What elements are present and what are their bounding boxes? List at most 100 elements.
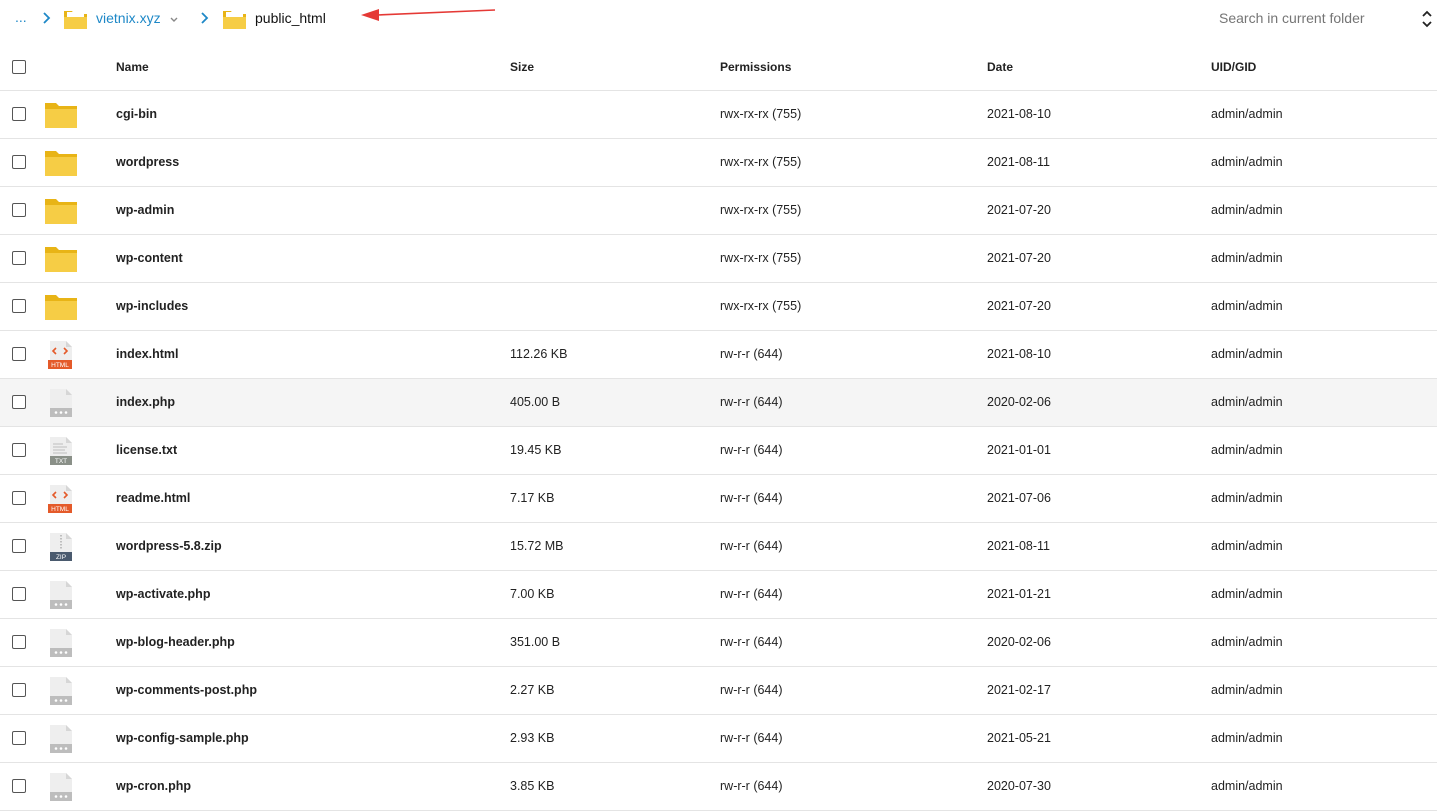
svg-text:TXT: TXT [55, 458, 67, 465]
file-date: 2020-02-06 [987, 635, 1051, 649]
file-name[interactable]: wp-cron.php [116, 779, 191, 793]
table-row[interactable]: TXT license.txt 19.45 KB rw-r-r (644) 2021-0… [0, 427, 1437, 475]
file-name[interactable]: wp-blog-header.php [116, 635, 235, 649]
table-row[interactable]: wp-config-sample.php 2.93 KB rw-r-r (644) 2… [0, 715, 1437, 763]
column-header-name[interactable]: Name [116, 60, 149, 74]
file-permissions: rw-r-r (644) [720, 779, 783, 793]
file-list: cgi-bin rwx-rx-rx (755) 2021-08-10 admin/ad… [0, 91, 1437, 811]
annotation-arrow-icon [355, 2, 500, 24]
expand-collapse-icon[interactable] [1421, 10, 1433, 28]
file-owner: admin/admin [1211, 779, 1283, 793]
breadcrumb-current: public_html [255, 10, 326, 26]
svg-text:ZIP: ZIP [56, 554, 66, 561]
file-size: 7.17 KB [510, 491, 555, 505]
column-header-date[interactable]: Date [987, 60, 1013, 74]
table-row[interactable]: wp-content rwx-rx-rx (755) 2021-07-20 admin… [0, 235, 1437, 283]
file-date: 2021-05-21 [987, 731, 1051, 745]
search-input[interactable]: Search in current folder [1219, 10, 1365, 26]
chevron-right-icon [197, 11, 211, 25]
file-size: 351.00 B [510, 635, 561, 649]
file-date: 2021-08-11 [987, 539, 1051, 553]
file-name[interactable]: wp-config-sample.php [116, 731, 249, 745]
row-checkbox[interactable] [12, 155, 26, 169]
row-checkbox[interactable] [12, 395, 26, 409]
zip-file-icon: ZIP [44, 532, 78, 562]
file-date: 2021-07-20 [987, 251, 1051, 265]
row-checkbox[interactable] [12, 779, 26, 793]
table-row[interactable]: ZIP wordpress-5.8.zip 15.72 MB rw-r-r (644)… [0, 523, 1437, 571]
file-name[interactable]: cgi-bin [116, 107, 157, 121]
file-permissions: rw-r-r (644) [720, 443, 783, 457]
file-permissions: rwx-rx-rx (755) [720, 107, 802, 121]
table-row[interactable]: wordpress rwx-rx-rx (755) 2021-08-11 admin/… [0, 139, 1437, 187]
table-row[interactable]: wp-comments-post.php 2.27 KB rw-r-r (644) 2… [0, 667, 1437, 715]
file-name[interactable]: wp-admin [116, 203, 174, 217]
row-checkbox[interactable] [12, 107, 26, 121]
file-permissions: rw-r-r (644) [720, 491, 783, 505]
file-date: 2021-08-10 [987, 347, 1051, 361]
column-header-permissions[interactable]: Permissions [720, 60, 791, 74]
column-header-size[interactable]: Size [510, 60, 534, 74]
php-file-icon [44, 628, 78, 658]
breadcrumb-parent-link[interactable]: vietnix.xyz [96, 10, 161, 26]
file-name[interactable]: wp-content [116, 251, 183, 265]
file-size: 112.26 KB [510, 347, 568, 361]
table-row[interactable]: wp-cron.php 3.85 KB rw-r-r (644) 2020-07-30… [0, 763, 1437, 811]
row-checkbox[interactable] [12, 491, 26, 505]
file-name[interactable]: readme.html [116, 491, 190, 505]
file-permissions: rw-r-r (644) [720, 683, 783, 697]
row-checkbox[interactable] [12, 299, 26, 313]
column-header-uid[interactable]: UID/GID [1211, 60, 1256, 74]
row-checkbox[interactable] [12, 683, 26, 697]
html-file-icon: HTML [44, 484, 78, 514]
row-checkbox[interactable] [12, 203, 26, 217]
row-checkbox[interactable] [12, 347, 26, 361]
file-name[interactable]: license.txt [116, 443, 177, 457]
breadcrumb: ... vietnix.xyz public_html Search in cu… [0, 0, 1437, 42]
select-all-checkbox[interactable] [12, 60, 26, 74]
php-file-icon [44, 724, 78, 754]
row-checkbox[interactable] [12, 251, 26, 265]
row-checkbox[interactable] [12, 587, 26, 601]
file-permissions: rwx-rx-rx (755) [720, 251, 802, 265]
file-name[interactable]: wordpress-5.8.zip [116, 539, 222, 553]
file-owner: admin/admin [1211, 155, 1283, 169]
file-permissions: rwx-rx-rx (755) [720, 203, 802, 217]
file-owner: admin/admin [1211, 203, 1283, 217]
table-row[interactable]: HTML readme.html 7.17 KB rw-r-r (644) 2021-0… [0, 475, 1437, 523]
table-row[interactable]: wp-activate.php 7.00 KB rw-r-r (644) 2021-0… [0, 571, 1437, 619]
file-owner: admin/admin [1211, 395, 1283, 409]
table-row[interactable]: cgi-bin rwx-rx-rx (755) 2021-08-10 admin/ad… [0, 91, 1437, 139]
file-size: 2.93 KB [510, 731, 555, 745]
file-date: 2020-07-30 [987, 779, 1051, 793]
file-permissions: rw-r-r (644) [720, 347, 783, 361]
file-owner: admin/admin [1211, 443, 1283, 457]
file-name[interactable]: index.html [116, 347, 179, 361]
file-permissions: rwx-rx-rx (755) [720, 299, 802, 313]
file-permissions: rw-r-r (644) [720, 731, 783, 745]
file-name[interactable]: index.php [116, 395, 175, 409]
table-row[interactable]: wp-admin rwx-rx-rx (755) 2021-07-20 admin/a… [0, 187, 1437, 235]
table-row[interactable]: HTML index.html 112.26 KB rw-r-r (644) 2021-… [0, 331, 1437, 379]
file-size: 19.45 KB [510, 443, 562, 457]
file-name[interactable]: wp-comments-post.php [116, 683, 257, 697]
file-owner: admin/admin [1211, 731, 1283, 745]
file-permissions: rw-r-r (644) [720, 395, 783, 409]
breadcrumb-ellipsis[interactable]: ... [15, 9, 27, 25]
folder-icon [44, 244, 78, 274]
file-name[interactable]: wordpress [116, 155, 179, 169]
row-checkbox[interactable] [12, 443, 26, 457]
row-checkbox[interactable] [12, 635, 26, 649]
file-name[interactable]: wp-includes [116, 299, 188, 313]
row-checkbox[interactable] [12, 731, 26, 745]
table-row[interactable]: index.php 405.00 B rw-r-r (644) 2020-02-06 a… [0, 379, 1437, 427]
php-file-icon [44, 580, 78, 610]
file-permissions: rw-r-r (644) [720, 539, 783, 553]
file-name[interactable]: wp-activate.php [116, 587, 210, 601]
table-row[interactable]: wp-includes rwx-rx-rx (755) 2021-07-20 admi… [0, 283, 1437, 331]
file-owner: admin/admin [1211, 107, 1283, 121]
table-row[interactable]: wp-blog-header.php 351.00 B rw-r-r (644) 20… [0, 619, 1437, 667]
row-checkbox[interactable] [12, 539, 26, 553]
file-date: 2021-08-11 [987, 155, 1051, 169]
chevron-down-icon[interactable] [169, 12, 179, 22]
